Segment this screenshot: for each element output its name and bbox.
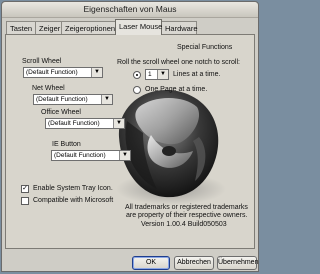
net-wheel-label: Net Wheel	[32, 85, 65, 92]
lines-count-value: 1	[148, 71, 152, 78]
page-radio[interactable]	[133, 86, 141, 94]
trademark-line-2: are property of their respective owners.	[126, 212, 248, 219]
scroll-wheel-label: Scroll Wheel	[22, 58, 62, 65]
roll-instructions: Roll the scroll wheel one notch to scrol…	[117, 59, 240, 66]
tab-tasten[interactable]: Tasten	[6, 21, 36, 34]
version-label: Version 1.00.4 Build050503	[141, 221, 227, 228]
lines-label: Lines at a time.	[173, 71, 221, 78]
tab-zeiger[interactable]: Zeiger	[35, 21, 62, 34]
net-wheel-select[interactable]: (Default Function) ▼	[33, 94, 113, 105]
scroll-wheel-value: (Default Function)	[26, 69, 78, 76]
chevron-down-icon[interactable]: ▼	[119, 151, 130, 160]
window-title: Eigenschaften von Maus	[83, 4, 177, 14]
page-label: One Page at a time.	[145, 86, 208, 93]
tab-zeigeroptionen[interactable]: Zeigeroptionen	[61, 21, 116, 34]
title-bar[interactable]: Eigenschaften von Maus	[2, 2, 258, 18]
ie-button-value: (Default Function)	[54, 152, 106, 159]
laser-mouse-image	[116, 90, 226, 205]
mouse-properties-window: Eigenschaften von Maus Tasten Zeiger Zei…	[1, 1, 259, 272]
chevron-down-icon[interactable]: ▼	[101, 95, 112, 104]
compat-checkbox[interactable]	[21, 197, 29, 205]
net-wheel-value: (Default Function)	[36, 96, 88, 103]
trademark-line-1: All trademarks or registered trademarks	[125, 204, 248, 211]
chevron-down-icon[interactable]: ▼	[91, 68, 102, 77]
office-wheel-value: (Default Function)	[48, 120, 100, 127]
ie-button-select[interactable]: (Default Function) ▼	[51, 150, 131, 161]
laser-mouse-panel: Special Functions Scroll Wheel (Default …	[5, 34, 255, 249]
chevron-down-icon[interactable]: ▼	[113, 119, 124, 128]
scroll-wheel-select[interactable]: (Default Function) ▼	[23, 67, 103, 78]
ok-button[interactable]: OK	[132, 256, 170, 270]
office-wheel-select[interactable]: (Default Function) ▼	[45, 118, 125, 129]
tray-checkbox[interactable]: ✓	[21, 185, 29, 193]
tab-laser-mouse[interactable]: Laser Mouse	[115, 19, 162, 35]
apply-button[interactable]: Übernehmen	[217, 256, 258, 270]
tray-label: Enable System Tray Icon.	[33, 185, 113, 192]
lines-count-select[interactable]: 1 ▼	[145, 69, 169, 80]
cancel-button[interactable]: Abbrechen	[174, 256, 214, 270]
tab-hardware[interactable]: Hardware	[161, 21, 198, 34]
special-functions-label: Special Functions	[177, 44, 233, 51]
lines-radio[interactable]	[133, 71, 141, 79]
office-wheel-label: Office Wheel	[41, 109, 81, 116]
ie-button-label: IE Button	[52, 141, 81, 148]
chevron-down-icon[interactable]: ▼	[157, 70, 168, 79]
compat-label: Compatible with Microsoft	[33, 197, 114, 204]
